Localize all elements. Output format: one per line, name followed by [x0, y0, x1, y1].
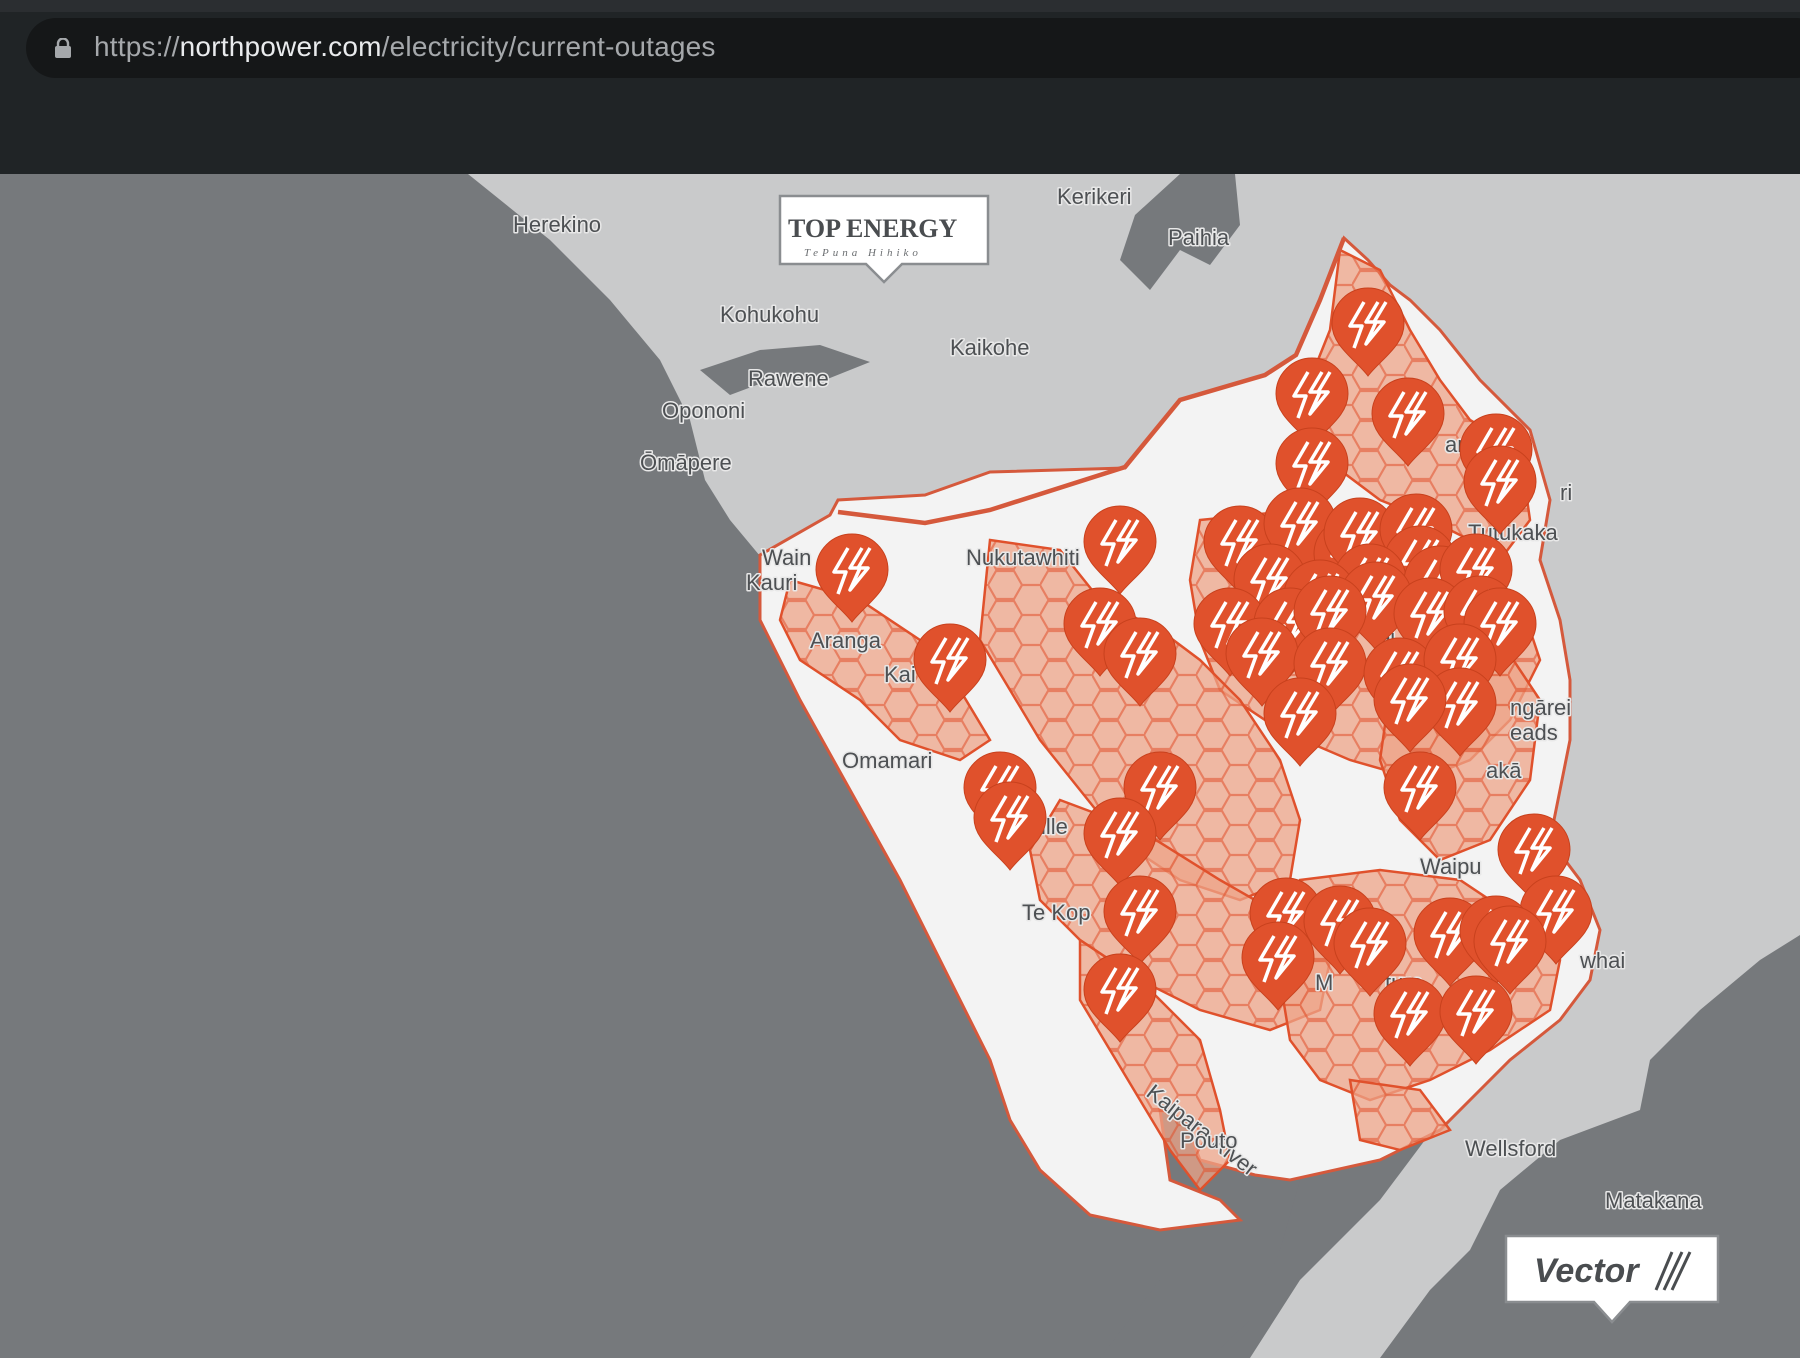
label-kaihu: Kai: [884, 662, 916, 687]
lock-icon: [55, 38, 71, 58]
top-energy-subtitle: TePuna Hihiko: [804, 247, 922, 259]
label-aranga: Aranga: [810, 628, 882, 653]
label-te-kopuru: Te Kop: [1022, 900, 1091, 925]
browser-top-strip: [0, 0, 1800, 12]
label-kaikohe: Kaikohe: [950, 335, 1030, 360]
label-waipu: Waipu: [1420, 854, 1482, 879]
label-kohukohu: Kohukohu: [720, 302, 819, 327]
label-pouto: Pouto: [1180, 1128, 1238, 1153]
label-kauri: Kauri: [746, 570, 797, 595]
label-opononi: Opononi: [662, 398, 745, 423]
url-text[interactable]: https://northpower.com/electricity/curre…: [94, 31, 716, 63]
label-kerikeri: Kerikeri: [1057, 184, 1132, 209]
label-maungaturoto: M: [1315, 970, 1333, 995]
label-paihia: Paihia: [1168, 225, 1230, 250]
url-host: northpower.com: [179, 31, 382, 62]
label-wellsford: Wellsford: [1465, 1136, 1556, 1161]
url-path: /electricity/current-outages: [381, 31, 716, 62]
label-omamari: Omamari: [842, 748, 932, 773]
label-whangarei: ngārei: [1510, 695, 1571, 720]
label-matakana: Matakana: [1605, 1188, 1702, 1213]
label-rawene: Rawene: [748, 366, 829, 391]
label-omapere: Ōmāpere: [640, 450, 732, 475]
top-energy-name: TOP ENERGY: [788, 214, 958, 243]
address-bar[interactable]: https://northpower.com/electricity/curre…: [26, 18, 1800, 78]
label-waipoua: Wain: [762, 545, 811, 570]
label-ruakaka: akā: [1486, 758, 1522, 783]
label-ngunguru: ri: [1560, 480, 1572, 505]
url-scheme: https://: [94, 31, 180, 62]
label-mangawhai: whai: [1579, 948, 1625, 973]
label-herekino: Herekino: [513, 212, 601, 237]
label-nukutawhiti: Nukutawhiti: [966, 545, 1080, 570]
outage-map[interactable]: Herekino Kerikeri Paihia Kohukohu Kaikoh…: [0, 174, 1800, 1358]
label-heads: eads: [1510, 720, 1558, 745]
vector-name: Vector: [1534, 1252, 1640, 1290]
browser-toolbar: [0, 84, 1800, 174]
